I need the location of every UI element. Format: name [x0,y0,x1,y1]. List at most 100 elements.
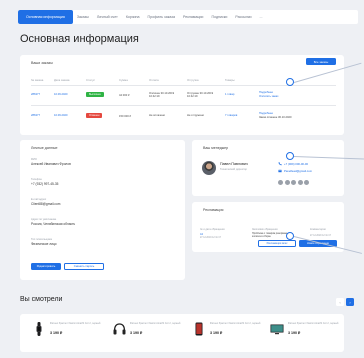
product-name: Фитнес браслет Xiaomi Amazfit Cor 2, чер… [288,322,339,325]
order-number-link[interactable]: 286377 [31,93,40,96]
order-date: 10.09.2020 [54,93,68,96]
personal-title: Личные данные [31,146,58,150]
carousel-prev-button[interactable]: ‹ [336,298,344,306]
order-sum: 150 000 ₽ [119,115,132,118]
phone-label: Телефон [31,178,42,181]
tv-icon [270,322,284,336]
col-number: № заказа [31,78,44,82]
order-number-link[interactable]: 286377 [31,114,40,117]
order-cancelled-note: Заказ отменен 30.10.2020 [259,116,292,119]
page-title: Основная информация [20,33,139,45]
vk-icon[interactable] [278,180,283,185]
email-label: E-mail адрес [31,198,47,201]
manager-phone[interactable]: +7 (909) 000-00-00 [278,162,308,166]
all-orders-button[interactable]: Все заказы [306,58,336,65]
order-goods-link[interactable]: 7 товаров [225,114,237,117]
divider [31,105,336,106]
phone-icon [278,162,282,166]
top-tabs: Основная информация Заказы Личный счет К… [18,10,358,24]
order-goods-link[interactable]: 1 товар [225,93,234,96]
edit-button[interactable]: Редактировать [31,263,61,270]
product-card[interactable]: Фитнес браслет Xiaomi Amazfit Cor 2, чер… [30,320,108,346]
manager-title: Ваш менеджер [203,146,229,150]
col-payment: Оплата [149,78,159,82]
fio-value: Алексей Иванович Фролов [31,162,71,166]
manager-name: Павел Павлович [220,162,248,166]
order-details-link[interactable]: Подробнее [259,91,273,94]
manager-role: Технический директор [220,168,247,171]
tab-mailings[interactable]: Рассылки [231,10,255,24]
avatar [202,161,216,175]
claims-col-comments: Комментарии [310,228,326,231]
carousel-next-button[interactable]: › [346,298,354,306]
tab-more[interactable]: ... [256,10,267,24]
col-date: Дата заказа [54,78,70,82]
social-links [278,180,309,185]
product-price: 3 190 ₽ [288,331,301,335]
col-sum: Сумма [119,78,128,82]
claim-comment-date: 27.12.2020 12:11:17 [310,235,331,237]
pay-order-link[interactable]: Оплатить заказ [259,95,278,98]
tab-orders[interactable]: Заказы [73,10,93,24]
change-password-button[interactable]: Сменить пароль [64,263,104,270]
viewed-title: Вы смотрели [20,296,63,303]
manager-phone-text: +7 (909) 000-00-00 [284,162,309,166]
product-card[interactable]: Фитнес браслет Xiaomi Amazfit Cor 2, чер… [268,320,346,346]
annotation-ring [286,232,294,240]
claim-date: 27.12.2019 12:11:17 [200,237,221,239]
product-card[interactable]: Фитнес браслет Xiaomi Amazfit Cor 2, чер… [110,320,188,346]
order-shipping: Отгружен 30.10.2019 10:42:19 [187,92,214,99]
ok-icon[interactable] [291,180,296,185]
claim-number-link[interactable]: 44 [200,233,203,236]
product-name: Фитнес браслет Xiaomi Amazfit Cor 2, чер… [130,322,181,325]
order-payment: Не оплачено [149,114,166,117]
status-badge: Отменен [86,113,103,118]
mail-icon [278,169,282,173]
facebook-icon[interactable] [284,180,290,185]
annotation-ring [286,152,294,160]
tab-personal-account[interactable]: Личный счет [93,10,122,24]
payer-type-value: Физическое лицо [31,242,57,246]
product-name: Фитнес браслет Xiaomi Amazfit Cor 2, чер… [210,322,261,325]
order-payment: Оплачен 30.10.2019 10:42:19 [149,92,175,99]
product-card[interactable]: Фитнес браслет Xiaomi Amazfit Cor 2, чер… [190,320,268,346]
personal-data-card: Личные данные ФИО Алексей Иванович Фроло… [20,140,185,280]
manager-card: Ваш менеджер Павел Павлович Технический … [192,140,344,196]
col-goods: Товары [225,78,235,82]
product-price: 3 190 ₽ [130,331,143,335]
tab-subscriptions[interactable]: Подписки [207,10,231,24]
product-price: 3 190 ₽ [50,331,63,335]
col-status: Статус [86,78,95,82]
phone-value: +7 (932) 997-45-35 [31,182,59,186]
claims-col-number: № и дата обращения [200,228,225,231]
claims-col-subject: Заголовок обращения [252,228,278,231]
headphones-icon [112,322,126,336]
claims-card: Рекламация № и дата обращения Заголовок … [192,202,344,252]
tab-cart[interactable]: Корзина [122,10,144,24]
whatsapp-icon[interactable] [304,180,309,185]
tab-main-info[interactable]: Основная информация [18,10,73,24]
fitness-band-icon [32,322,46,336]
all-claims-button[interactable]: Рекламации всех [258,240,296,247]
address-value: Россия, Челябинская область [31,222,76,226]
col-shipping: Отгрузка [187,78,199,82]
order-sum: 44 000 ₽ [119,94,130,97]
viewed-products: Фитнес браслет Xiaomi Amazfit Cor 2, чер… [20,314,344,352]
table-row: 286377 10.09.2020 Выполнен 44 000 ₽ Опла… [31,91,336,103]
smartphone-icon [192,322,206,336]
payer-type-label: Тип плательщика [31,238,52,241]
product-price: 3 190 ₽ [210,331,223,335]
claims-title: Рекламация [203,208,224,212]
order-date: 10.09.2020 [54,114,68,117]
order-details-link[interactable]: Подробнее [259,112,273,115]
order-shipping: Не отгружено [187,114,204,117]
manager-email[interactable]: Pavelfead@gmail.com [278,169,312,173]
tab-order-profile[interactable]: Профиль заказа [144,10,179,24]
manager-email-text: Pavelfead@gmail.com [284,169,313,173]
fio-label: ФИО [31,158,37,161]
address-label: Адрес по умолчанию [31,218,57,221]
telegram-icon[interactable] [297,180,303,185]
email-value: Client88@gmail.com [31,202,61,206]
tab-claims[interactable]: Рекламации [179,10,208,24]
product-name: Фитнес браслет Xiaomi Amazfit Cor 2, чер… [50,322,101,325]
